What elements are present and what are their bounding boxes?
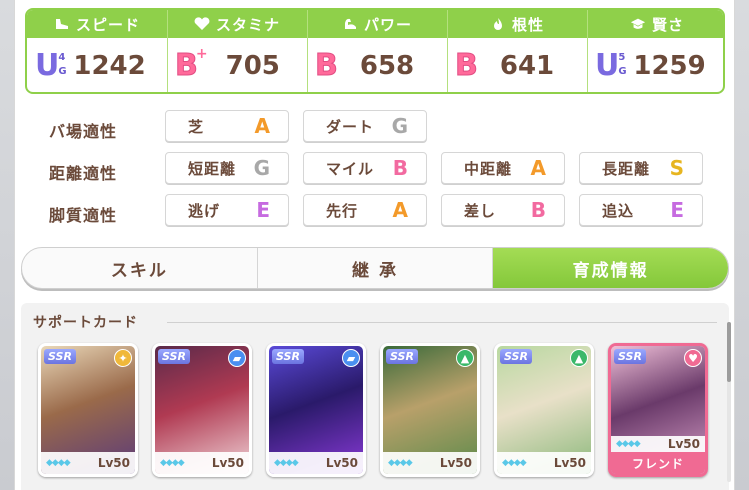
- stat-header-power: パワー: [307, 10, 447, 38]
- stat-divider: [167, 10, 168, 92]
- shoe-icon: [54, 16, 70, 32]
- stat-value: 641: [499, 51, 555, 81]
- tab-training-info[interactable]: 育成情報: [493, 248, 728, 288]
- heart-icon: ♥: [684, 349, 702, 367]
- aptitude-dirt: ダート G: [303, 110, 427, 142]
- track-aptitude-label: バ場適性: [49, 122, 118, 141]
- support-card[interactable]: SSR ▰ ◆◆◆◆ Lv50: [266, 343, 366, 477]
- friend-label: フレンド: [611, 452, 705, 474]
- stats-table: スピード スタミナ パワー 根性 賢さ U 4 G 1242 B + 705 B…: [25, 8, 725, 94]
- stat-header-guts: 根性: [447, 10, 587, 38]
- aptitude-betweener: 差し B: [441, 194, 565, 226]
- limit-break-icon: ◆◆◆◆: [46, 458, 71, 468]
- rank-badge: B: [455, 48, 479, 83]
- limit-break-icon: ◆◆◆◆: [502, 458, 527, 468]
- grade-badge: B: [392, 156, 408, 180]
- aptitude-runner: 逃げ E: [165, 194, 289, 226]
- stat-value: 658: [359, 51, 415, 81]
- wisdom-cap-icon: ▲: [456, 349, 474, 367]
- grade-badge: E: [670, 198, 684, 222]
- grade-badge: E: [256, 198, 270, 222]
- stat-guts: B 641: [455, 38, 587, 92]
- aptitude-turf: 芝 A: [165, 110, 289, 142]
- limit-break-icon: ◆◆◆◆: [274, 458, 299, 468]
- speed-shoe-icon: ▰: [342, 349, 360, 367]
- aptitude-leader: 先行 A: [303, 194, 427, 226]
- stat-header-speed: スピード: [27, 10, 167, 38]
- aptitude-sprint: 短距離 G: [165, 152, 289, 184]
- flame-icon: [490, 16, 506, 32]
- stat-header-stamina: スタミナ: [167, 10, 307, 38]
- stat-value: 1259: [633, 51, 706, 81]
- info-tabs: スキル 継 承 育成情報: [21, 247, 729, 289]
- support-card-title: サポートカード: [33, 315, 138, 331]
- aptitude-mile: マイル B: [303, 152, 427, 184]
- support-card[interactable]: SSR ▰ ◆◆◆◆ Lv50: [152, 343, 252, 477]
- aptitude-long: 長距離 S: [579, 152, 703, 184]
- grade-badge: B: [530, 198, 546, 222]
- support-card-friend[interactable]: SSR ♥ ◆◆◆◆ Lv50 フレンド: [608, 343, 708, 477]
- training-info-panel: スピード スタミナ パワー 根性 賢さ U 4 G 1242 B + 705 B…: [14, 0, 735, 490]
- muscle-icon: [342, 16, 358, 32]
- wisdom-cap-icon: ▲: [570, 349, 588, 367]
- stat-divider: [587, 10, 588, 92]
- tab-inheritance[interactable]: 継 承: [258, 248, 494, 288]
- support-card[interactable]: SSR ▲ ◆◆◆◆ Lv50: [380, 343, 480, 477]
- stat-stamina: B + 705: [175, 38, 307, 92]
- rank-badge: U: [595, 48, 620, 83]
- aptitude-chaser: 追込 E: [579, 194, 703, 226]
- heart-icon: [194, 16, 210, 32]
- grade-badge: G: [391, 114, 408, 138]
- scrollbar-thumb[interactable]: [727, 322, 731, 382]
- tab-skills[interactable]: スキル: [22, 248, 258, 288]
- grade-badge: A: [254, 114, 270, 138]
- distance-aptitude-label: 距離適性: [49, 164, 118, 183]
- speed-shoe-icon: ▰: [228, 349, 246, 367]
- limit-break-icon: ◆◆◆◆: [160, 458, 185, 468]
- aptitude-medium: 中距離 A: [441, 152, 565, 184]
- limit-break-icon: ◆◆◆◆: [388, 458, 413, 468]
- grade-badge: G: [253, 156, 270, 180]
- rank-plus: +: [195, 46, 208, 62]
- stat-header-wisdom: 賢さ: [587, 10, 723, 38]
- rank-badge: B: [175, 48, 199, 83]
- grade-badge: A: [392, 198, 408, 222]
- rank-badge: B: [315, 48, 339, 83]
- divider: [167, 322, 717, 323]
- stat-speed: U 4 G 1242: [35, 48, 146, 83]
- grade-badge: S: [669, 156, 684, 180]
- support-card[interactable]: SSR ✦ ◆◆◆◆ Lv50: [38, 343, 138, 477]
- stat-value: 1242: [73, 51, 146, 81]
- support-card[interactable]: SSR ▲ ◆◆◆◆ Lv50: [494, 343, 594, 477]
- stat-divider: [307, 10, 308, 92]
- grade-badge: A: [530, 156, 546, 180]
- stat-divider: [447, 10, 448, 92]
- limit-break-icon: ◆◆◆◆: [616, 439, 641, 449]
- stat-wisdom: U 5 G 1259: [595, 48, 706, 83]
- friend-gold-icon: ✦: [114, 349, 132, 367]
- graduation-cap-icon: [630, 16, 646, 32]
- stat-value: 705: [225, 51, 280, 81]
- rank-badge: U: [35, 48, 60, 83]
- support-card-section: サポートカード SSR ✦ ◆◆◆◆ Lv50 SSR ▰ ◆◆◆◆ Lv50 SS…: [21, 303, 729, 490]
- style-aptitude-label: 脚質適性: [49, 206, 118, 225]
- stat-power: B 658: [315, 38, 447, 92]
